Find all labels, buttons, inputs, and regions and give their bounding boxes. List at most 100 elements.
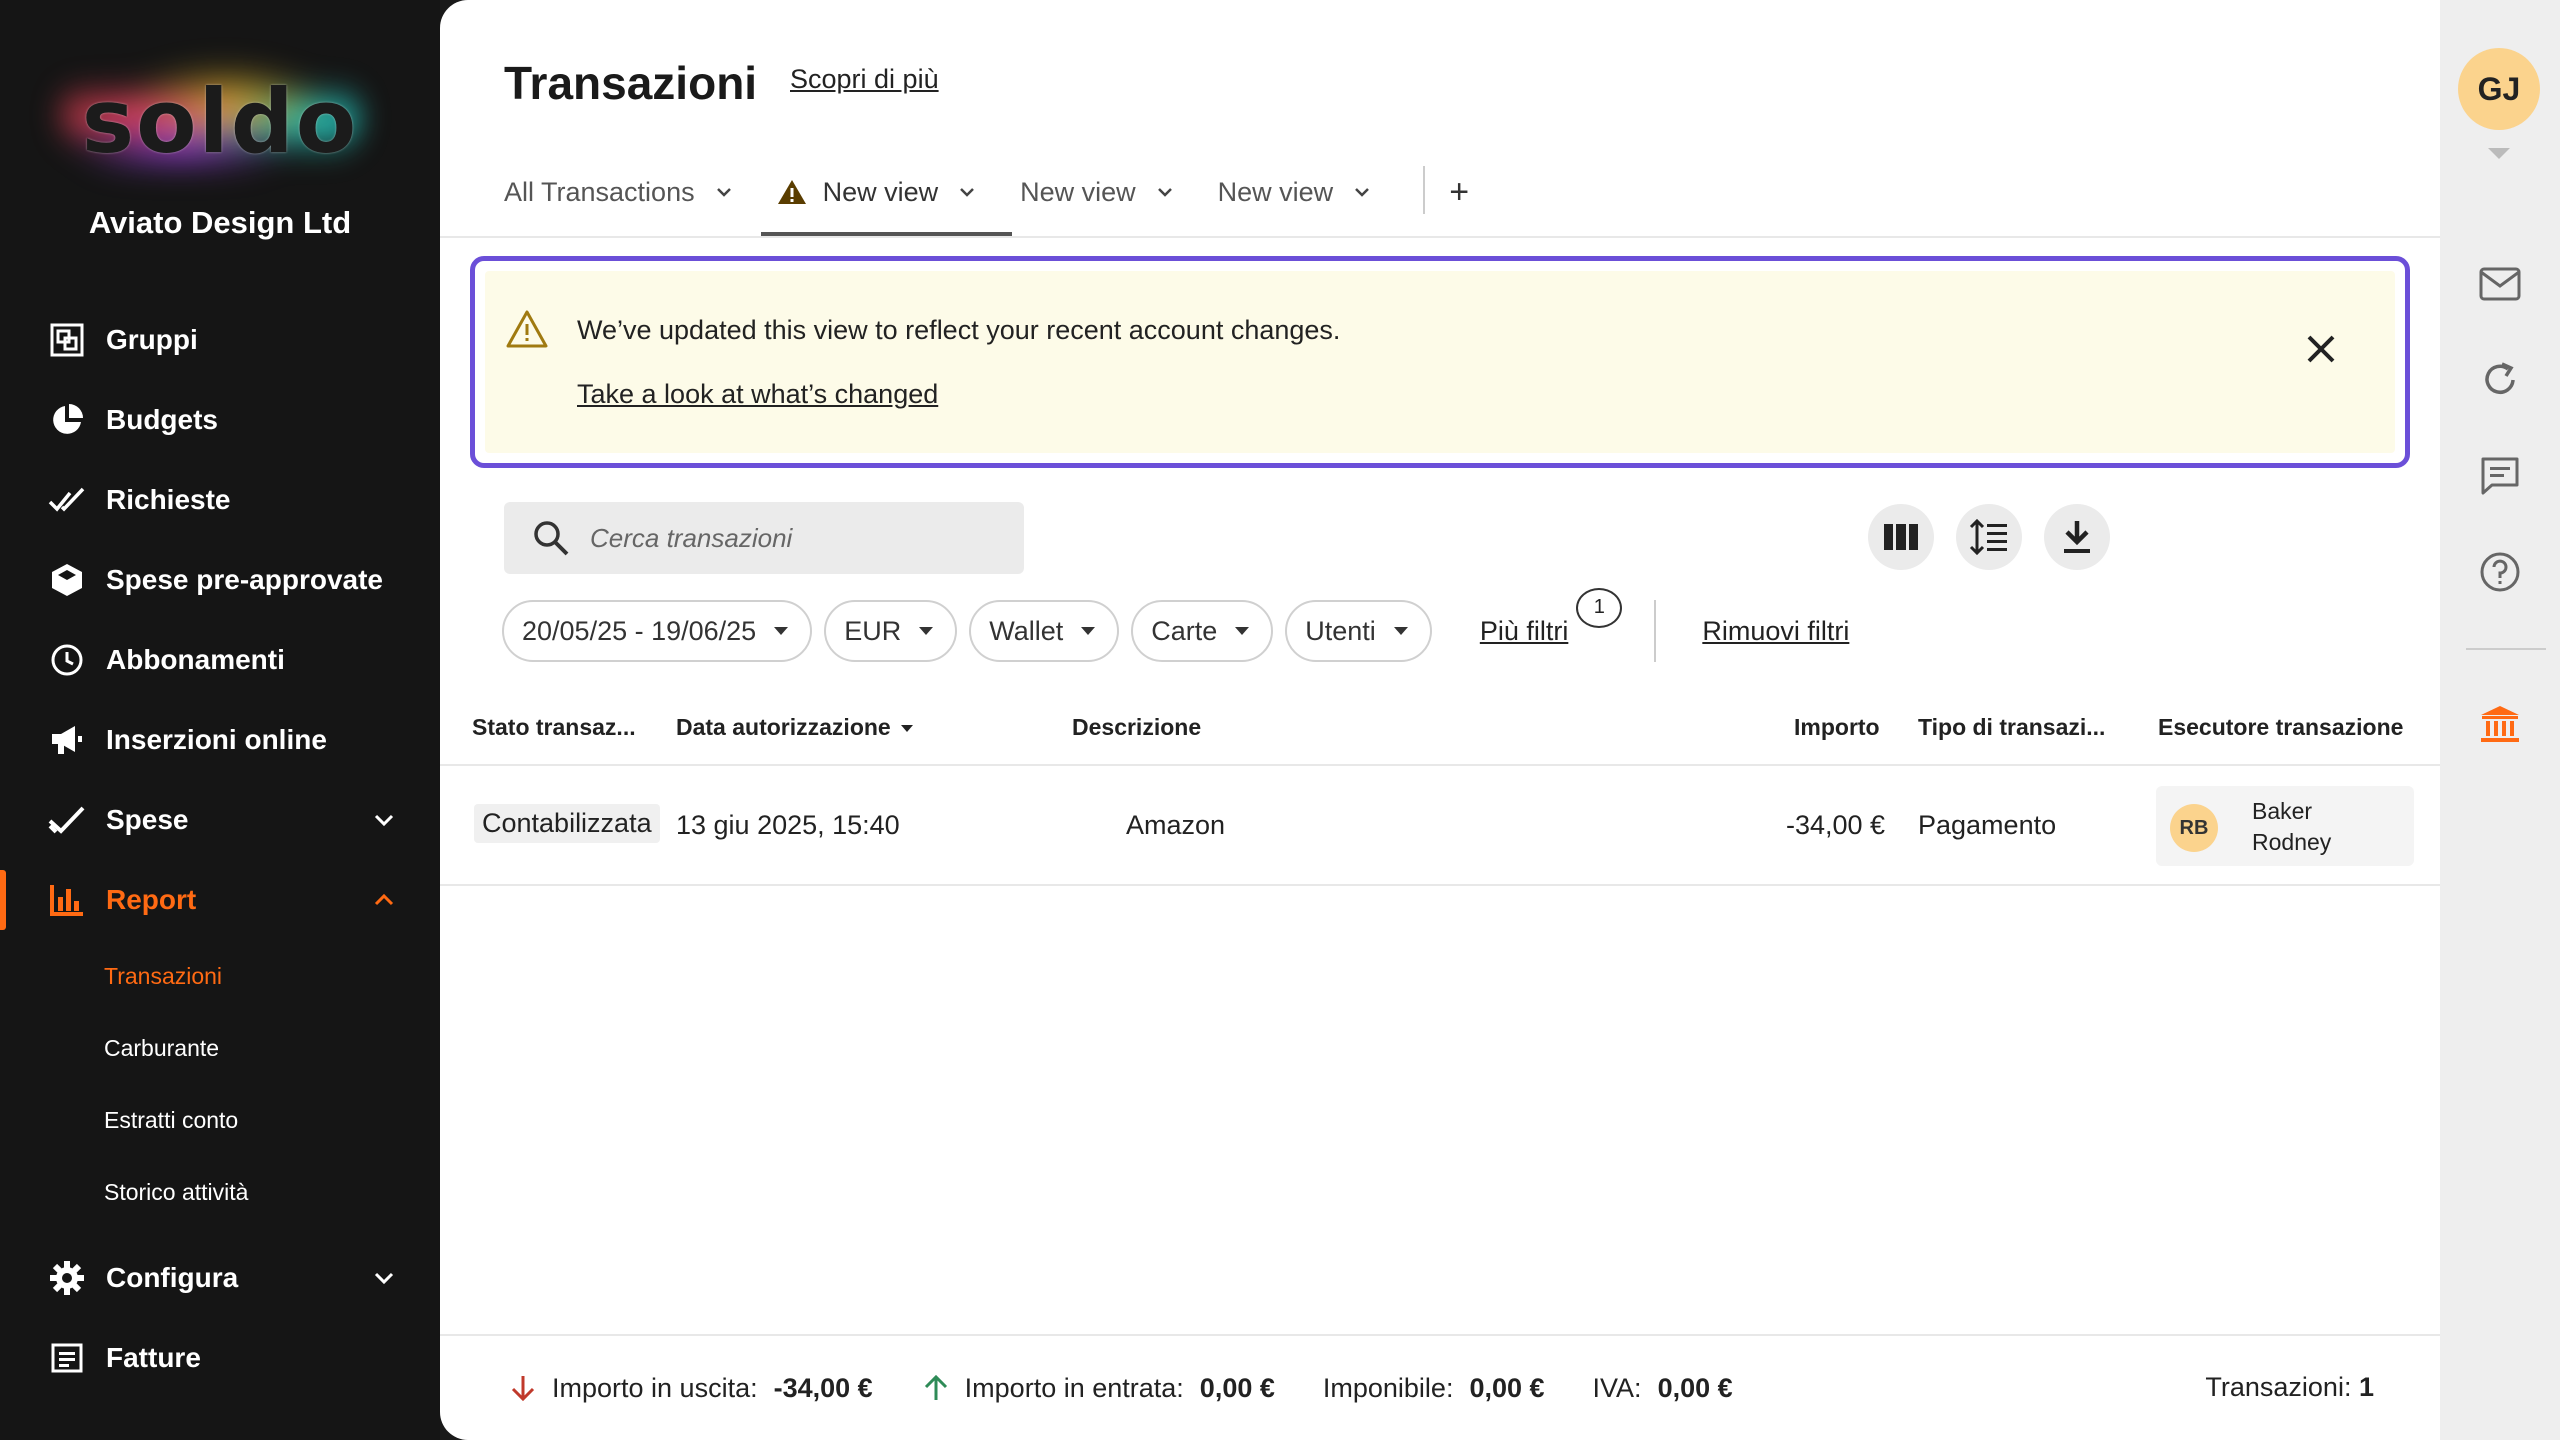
help-icon — [2480, 552, 2520, 592]
messages-button[interactable] — [2476, 260, 2524, 308]
table-row[interactable]: Contabilizzata 13 giu 2025, 15:40 Amazon… — [440, 766, 2440, 886]
search-input[interactable] — [590, 522, 990, 554]
sidebar-nav: Gruppi Budgets Richieste Spese pre-appro… — [0, 300, 440, 1398]
tab-label: All Transactions — [504, 176, 695, 207]
chat-icon — [2481, 457, 2519, 495]
sidebar-subitem-carburante[interactable]: Carburante — [0, 1012, 440, 1084]
filter-label: 20/05/25 - 19/06/25 — [522, 615, 757, 646]
filter-bar: 20/05/25 - 19/06/25 EUR Wallet Carte Ute… — [502, 587, 1849, 662]
sidebar-item-fatture[interactable]: Fatture — [0, 1318, 440, 1398]
groups-icon — [48, 321, 86, 359]
taxable-label: Imponibile: — [1322, 1372, 1454, 1403]
chevron-down-icon[interactable] — [370, 1264, 398, 1292]
wallet-filter[interactable]: Wallet — [969, 600, 1120, 662]
chevron-down-icon[interactable] — [1351, 181, 1373, 203]
chat-button[interactable] — [2476, 452, 2524, 500]
chevron-down-icon[interactable] — [956, 181, 978, 203]
tab-new-view-active[interactable]: New view — [760, 160, 1012, 236]
line-spacing-icon — [1969, 519, 2007, 555]
refresh-button[interactable] — [2476, 356, 2524, 404]
remove-filters-link[interactable]: Rimuovi filtri — [1702, 616, 1849, 647]
sidebar-item-inserzioni-online[interactable]: Inserzioni online — [0, 700, 440, 780]
executor-name: Baker Rodney — [2252, 798, 2332, 855]
count-label: Transazioni: — [2205, 1372, 2352, 1402]
cell-description: Amazon — [1126, 810, 1226, 840]
filter-count-badge: 1 — [1576, 587, 1623, 628]
tab-all-transactions[interactable]: All Transactions — [504, 160, 753, 236]
sidebar-item-report[interactable]: Report — [0, 860, 440, 940]
sidebar-item-spese-pre-approvate[interactable]: Spese pre-approvate — [0, 540, 440, 620]
filter-label: Carte — [1151, 615, 1218, 646]
more-filters-link[interactable]: Più filtri 1 — [1479, 587, 1623, 647]
megaphone-icon — [48, 721, 86, 759]
chevron-down-icon[interactable] — [1154, 181, 1176, 203]
double-check-icon — [48, 481, 86, 519]
bank-button[interactable] — [2476, 700, 2524, 748]
column-header-description[interactable]: Descrizione — [1072, 714, 1201, 741]
right-rail: GJ — [2440, 0, 2560, 1440]
date-range-filter[interactable]: 20/05/25 - 19/06/25 — [502, 600, 813, 662]
sidebar-item-label: Gruppi — [106, 324, 198, 355]
row-density-button[interactable] — [1956, 504, 2022, 570]
user-avatar[interactable]: GJ — [2458, 48, 2540, 130]
caret-down-icon — [774, 627, 789, 635]
sidebar-subitem-estratti-conto[interactable]: Estratti conto — [0, 1084, 440, 1156]
main-content: Transazioni Scopri di più All Transactio… — [440, 0, 2440, 1440]
sidebar-subitem-storico-attivita[interactable]: Storico attività — [0, 1156, 440, 1228]
column-header-date[interactable]: Data autorizzazione — [676, 714, 913, 741]
sidebar-item-gruppi[interactable]: Gruppi — [0, 300, 440, 380]
download-button[interactable] — [2044, 504, 2110, 570]
vat-total: IVA: 0,00 € — [1593, 1373, 1733, 1404]
incoming-value: 0,00 € — [1199, 1372, 1275, 1403]
cell-executor: RB Baker Rodney — [2156, 786, 2414, 866]
filter-label: Utenti — [1305, 615, 1376, 646]
vat-label: IVA: — [1592, 1372, 1642, 1403]
column-header-type[interactable]: Tipo di transazi... — [1918, 714, 2105, 741]
alert-changes-link[interactable]: Take a look at what’s changed — [577, 379, 938, 410]
filter-divider — [1654, 600, 1657, 662]
sidebar-item-configura[interactable]: Configura — [0, 1238, 440, 1318]
tab-new-view-3[interactable]: New view — [1218, 160, 1392, 236]
tab-label: New view — [822, 176, 939, 207]
chevron-down-icon[interactable] — [370, 806, 398, 834]
add-view-button[interactable]: + — [1449, 160, 1469, 224]
bar-chart-icon — [48, 881, 86, 919]
columns-icon — [1884, 524, 1918, 550]
cards-filter[interactable]: Carte — [1131, 600, 1274, 662]
sidebar: soldo Aviato Design Ltd Gruppi Budgets R… — [0, 0, 440, 1440]
column-header-status[interactable]: Stato transaz... — [472, 714, 636, 741]
incoming-total: Importo in entrata: 0,00 € — [921, 1373, 1275, 1404]
sidebar-item-spese[interactable]: Spese — [0, 780, 440, 860]
filter-label: Wallet — [989, 615, 1064, 646]
column-header-executor[interactable]: Esecutore transazione — [2158, 714, 2403, 741]
column-header-amount[interactable]: Importo — [1794, 714, 1880, 741]
count-value: 1 — [2358, 1372, 2374, 1402]
search-icon — [534, 521, 569, 556]
sidebar-item-label: Fatture — [106, 1342, 201, 1373]
download-icon — [2064, 521, 2090, 553]
sidebar-item-label: Report — [106, 884, 197, 915]
incoming-label: Importo in entrata: — [964, 1372, 1184, 1403]
tab-divider — [1423, 166, 1426, 214]
chevron-up-icon[interactable] — [370, 886, 398, 914]
taxable-value: 0,00 € — [1469, 1372, 1545, 1403]
outgoing-total: Importo in uscita: -34,00 € — [508, 1373, 873, 1404]
currency-filter[interactable]: EUR — [824, 600, 958, 662]
learn-more-link[interactable]: Scopri di più — [790, 64, 939, 95]
columns-button[interactable] — [1868, 504, 1934, 570]
sidebar-item-richieste[interactable]: Richieste — [0, 460, 440, 540]
sidebar-item-budgets[interactable]: Budgets — [0, 380, 440, 460]
tab-new-view-2[interactable]: New view — [1020, 160, 1194, 236]
chevron-down-icon[interactable] — [713, 181, 735, 203]
sidebar-item-abbonamenti[interactable]: Abbonamenti — [0, 620, 440, 700]
users-filter[interactable]: Utenti — [1285, 600, 1432, 662]
invoice-icon — [48, 1339, 86, 1377]
caret-down-icon[interactable] — [2488, 148, 2510, 159]
vat-value: 0,00 € — [1657, 1372, 1733, 1403]
close-icon[interactable] — [2301, 329, 2341, 369]
search-bar[interactable] — [504, 502, 1024, 574]
more-filters-label: Più filtri — [1479, 615, 1569, 646]
bank-icon — [2481, 706, 2519, 742]
sidebar-subitem-transazioni[interactable]: Transazioni — [0, 940, 440, 1012]
help-button[interactable] — [2476, 548, 2524, 596]
